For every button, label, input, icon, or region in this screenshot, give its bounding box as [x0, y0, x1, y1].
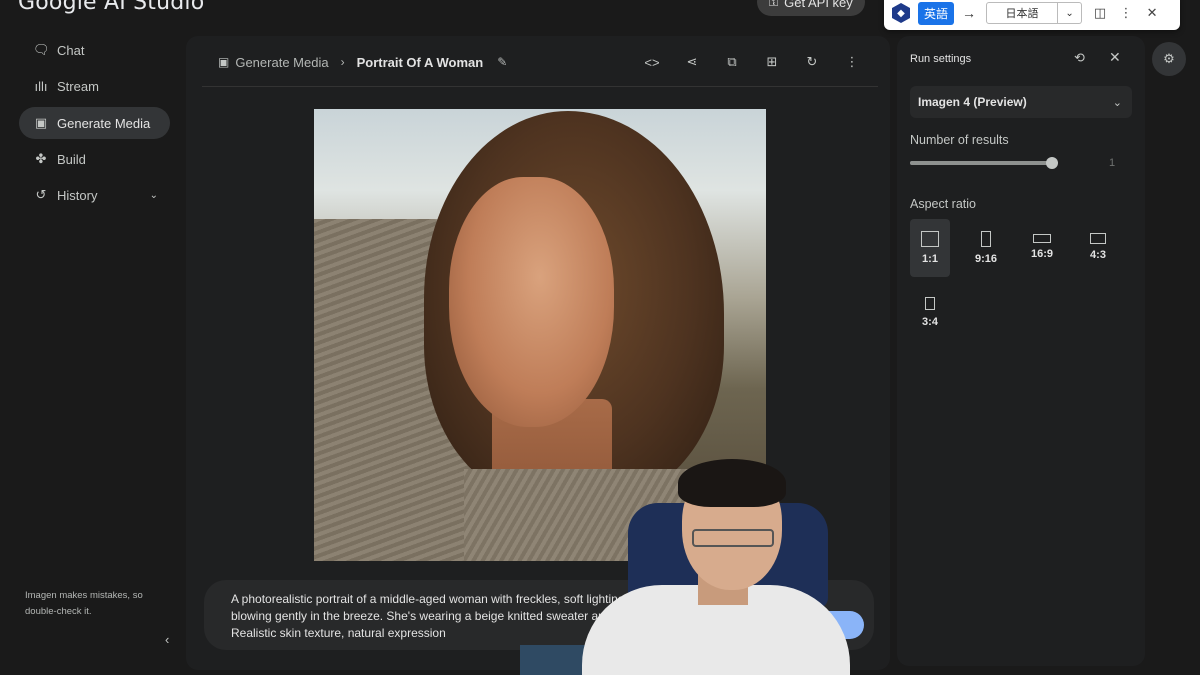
number-of-results-slider[interactable] [910, 161, 1052, 165]
edit-pencil-icon[interactable]: ✎ [497, 55, 507, 69]
aspect-ratio-label: Aspect ratio [910, 197, 977, 211]
settings-title: Run settings [910, 53, 972, 65]
puzzle-icon: ✤ [35, 151, 47, 166]
aspect-ratio-1-1[interactable]: 1:1 [910, 219, 950, 277]
run-settings-panel: Run settings ⟲ ✕ Imagen 4 (Preview) ⌄ Nu… [897, 36, 1145, 666]
chevron-right-icon: › [340, 55, 345, 69]
sidebar-item-generate-media[interactable]: ▣ Generate Media [19, 107, 170, 139]
breadcrumb-parent-link[interactable]: Generate Media [235, 55, 328, 70]
target-language[interactable]: 日本語 [986, 2, 1059, 24]
sidebar-item-label: Build [57, 151, 86, 167]
landscape-shape-icon [1090, 233, 1106, 244]
square-shape-icon [921, 231, 939, 247]
tune-settings-icon[interactable]: ⚙ [1152, 42, 1186, 76]
sidebar-item-label: Stream [57, 78, 99, 94]
webcam-region-hair [678, 459, 786, 507]
aspect-ratio-16-9[interactable]: 16:9 [1022, 219, 1062, 277]
close-icon[interactable]: ✕ [1109, 49, 1121, 66]
webcam-overlay [520, 455, 850, 675]
arrow-right-icon: → [962, 5, 977, 21]
reset-settings-icon[interactable]: ⟲ [1074, 50, 1085, 66]
aspect-ratio-4-3[interactable]: 4:3 [1078, 219, 1118, 277]
breadcrumb: ▣ Generate Media › Portrait Of A Woman ✎ [218, 52, 507, 72]
sidebar-item-label: Chat [57, 42, 85, 58]
aspect-ratio-label: 1:1 [922, 253, 938, 265]
slider-fill [910, 161, 1052, 165]
sidebar-panel-icon[interactable]: ◫ [1092, 5, 1108, 21]
portrait-shape-icon [981, 231, 991, 247]
sidebar-item-history[interactable]: ↺ History ⌄ [19, 179, 170, 211]
landscape-shape-icon [1033, 234, 1051, 243]
translator-toolbar: ◆ 英語 → 日本語 ⌄ ◫ ⋮ ✕ [884, 0, 1180, 30]
slider-thumb[interactable] [1046, 157, 1058, 169]
portrait-shape-icon [925, 297, 935, 310]
main-toolbar: <> ⋖ ⧉ ⊞ ↻ ⋮ [632, 52, 872, 72]
aspect-ratio-label: 16:9 [1030, 248, 1054, 260]
code-icon[interactable]: <> [632, 52, 672, 72]
aspect-ratio-label: 9:16 [974, 253, 998, 265]
webcam-region-glasses [692, 529, 774, 547]
aspect-ratio-3-4[interactable]: 3:4 [910, 285, 950, 343]
chevron-down-icon: ⌄ [1112, 96, 1122, 109]
chevron-down-icon[interactable]: ⌄ [150, 190, 158, 201]
aspect-ratio-label: 4:3 [1090, 249, 1106, 261]
key-icon: ⚿ [769, 0, 779, 9]
sidebar-item-chat[interactable]: 🗨︎ Chat [19, 34, 170, 66]
sidebar-item-label: Generate Media [57, 115, 151, 131]
model-select[interactable]: Imagen 4 (Preview) ⌄ [910, 86, 1132, 118]
compare-icon[interactable]: ⧉ [712, 52, 752, 72]
source-language[interactable]: 英語 [918, 1, 955, 25]
more-vert-icon[interactable]: ⋮ [1118, 5, 1134, 21]
header-divider [202, 86, 878, 87]
refresh-icon[interactable]: ↻ [792, 52, 832, 72]
chat-icon: 🗨︎ [33, 42, 50, 57]
collapse-sidebar-icon[interactable]: ‹ [165, 632, 169, 647]
share-icon[interactable]: ⋖ [672, 52, 712, 72]
number-of-results-value: 1 [1109, 157, 1116, 169]
page-title: Portrait Of A Woman [356, 54, 484, 70]
number-of-results-label: Number of results [910, 133, 1009, 147]
sidebar-item-stream[interactable]: ıllı Stream [19, 70, 170, 102]
waveform-icon: ıllı [34, 78, 48, 94]
close-icon[interactable]: ✕ [1144, 5, 1160, 21]
disclaimer-text: Imagen makes mistakes, so double-check i… [25, 590, 143, 617]
aspect-ratio-9-16[interactable]: 9:16 [966, 219, 1006, 277]
chevron-down-icon[interactable]: ⌄ [1058, 2, 1083, 24]
get-api-key-label: Get API key [784, 0, 853, 10]
grid-icon[interactable]: ⊞ [752, 52, 792, 72]
aspect-ratio-label: 3:4 [922, 316, 938, 328]
model-select-value: Imagen 4 (Preview) [918, 95, 1027, 109]
more-vert-icon[interactable]: ⋮ [832, 52, 872, 72]
image-icon: ▣ [218, 55, 230, 69]
sidebar-item-build[interactable]: ✤ Build [19, 143, 170, 175]
image-region-face [449, 177, 614, 427]
get-api-key-button[interactable]: ⚿ Get API key [757, 0, 865, 16]
history-icon: ↺ [35, 187, 47, 202]
sidebar-item-label: History [57, 187, 98, 203]
translator-logo-icon[interactable]: ◆ [892, 3, 910, 23]
image-icon: ▣ [34, 115, 48, 130]
left-sidebar: 🗨︎ Chat ıllı Stream ▣ Generate Media ✤ B… [0, 30, 186, 675]
app-logo[interactable]: Google AI Studio [18, 0, 204, 15]
